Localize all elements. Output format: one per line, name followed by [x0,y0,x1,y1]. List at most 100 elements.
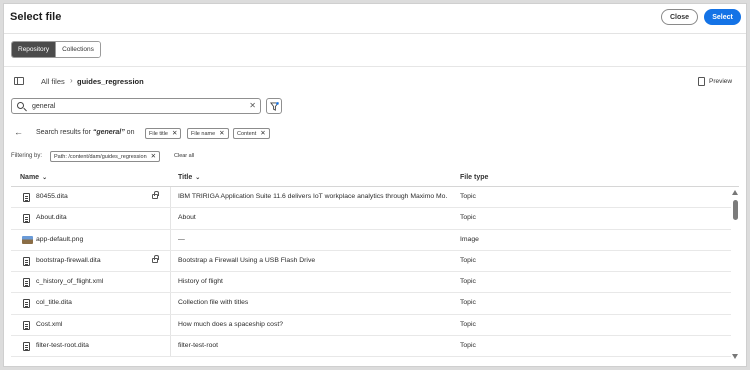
divider [4,66,746,67]
file-icon [23,278,30,288]
column-name-label: Name [20,174,40,181]
toggle-sidebar-icon[interactable] [14,77,24,85]
file-name: c_history_of_flight.xml [36,278,104,286]
select-button[interactable]: Select [704,9,741,25]
search-icon [17,102,24,109]
search-field[interactable]: general ✕ [11,98,261,114]
file-type: Image [460,235,479,243]
file-type: Topic [460,214,476,222]
chip-label: File name [191,131,216,137]
vertical-scrollbar[interactable] [731,187,739,359]
file-name: Cost.xml [36,320,63,328]
filter-button[interactable] [266,98,282,114]
table-header: Name ⌄ Title ⌄ File type [11,170,739,187]
remove-chip-icon[interactable]: ✕ [260,130,265,137]
tab-repository[interactable]: Repository [12,42,56,57]
file-title: Collection file with titles [178,299,249,307]
column-header-title[interactable]: Title ⌄ [178,174,200,181]
select-file-dialog: Select file Close Select Repository Coll… [3,3,747,367]
chevron-down-icon: ⌄ [42,175,48,181]
column-divider [170,272,171,293]
lock-icon [152,254,159,263]
table-row[interactable]: 80455.dita IBM TRIRIGA Application Suite … [11,187,731,209]
table-row[interactable]: col_title.dita Collection file with title… [11,293,731,315]
column-divider [170,293,171,314]
file-type: Topic [460,193,476,200]
column-divider [170,229,171,250]
chip-label: Path: /content/dam/guides_regression [54,154,147,160]
scope-chip-file-name[interactable]: File name ✕ [187,128,229,139]
dialog-header: Select file Close Select [4,4,746,34]
remove-chip-icon[interactable]: ✕ [172,130,177,137]
remove-chip-icon[interactable]: ✕ [151,153,156,160]
file-type: Topic [460,256,476,264]
scope-chip-content[interactable]: Content ✕ [233,128,270,139]
file-title: History of flight [178,278,223,286]
preview-label: Preview [709,78,733,85]
file-name: col_title.dita [36,299,72,307]
column-divider [170,314,171,336]
table-row[interactable]: filter-test-root.dita filter-test-root Top… [11,336,731,358]
column-divider [170,208,171,229]
file-title: Bootstrap a Firewall Using a USB Flash D… [178,256,316,264]
clear-search-icon[interactable]: ✕ [249,101,256,110]
file-type: Topic [460,299,476,307]
chevron-down-icon: ⌄ [195,175,201,181]
results-prefix: Search results for [36,129,91,136]
table-row[interactable]: Cost.xml How much does a spaceship cost? T… [11,314,731,337]
file-title: IBM TRIRIGA Application Suite 11.6 deliv… [178,193,448,200]
column-header-name[interactable]: Name ⌄ [20,174,47,181]
file-icon [23,214,30,224]
dialog-title: Select file [10,11,62,23]
table-row[interactable]: app-default.png — Image [11,229,731,251]
file-title: filter-test-root [178,342,219,350]
file-type: Topic [460,278,476,286]
chip-label: Content [237,131,257,137]
file-icon [23,256,30,266]
scroll-up-icon[interactable] [732,190,738,195]
table-row[interactable]: About.dita About Topic [11,208,731,230]
path-filter-chip[interactable]: Path: /content/dam/guides_regression ✕ [50,151,161,162]
file-name: About.dita [36,214,67,222]
file-name: 80455.dita [36,193,68,200]
scroll-down-icon[interactable] [732,354,738,359]
image-thumbnail-icon [22,235,33,244]
file-icon [23,193,30,202]
file-type: Topic [460,342,476,350]
results-suffix: on [126,129,135,136]
clear-all-link[interactable]: Clear all [174,153,194,159]
column-divider [170,187,171,208]
file-name: filter-test-root.dita [36,342,89,350]
scrollbar-thumb[interactable] [732,200,738,220]
table-row[interactable]: c_history_of_flight.xml History of flight… [11,272,731,294]
column-divider [170,336,171,357]
preview-button[interactable]: Preview [698,77,732,86]
column-title-label: Title [178,174,193,181]
lock-icon [152,191,159,199]
chip-label: File title [149,131,168,137]
results-query: “general” [92,129,125,136]
search-input[interactable]: general [32,103,55,110]
file-title: About [178,214,196,222]
file-icon [23,342,30,352]
remove-chip-icon[interactable]: ✕ [219,130,224,137]
file-type: Topic [460,320,476,328]
tab-collections[interactable]: Collections [55,42,100,57]
chevron-right-icon: › [70,76,73,85]
breadcrumb-all-files[interactable]: All files [41,77,65,86]
file-list: 80455.dita IBM TRIRIGA Application Suite … [11,187,731,358]
document-icon [698,77,705,86]
search-results-summary: Search results for “general” on [36,129,134,136]
breadcrumb-current-folder: guides_regression [77,77,144,86]
back-arrow-icon[interactable]: ← [14,127,23,137]
filtering-label: Filtering by: [11,153,43,159]
close-button[interactable]: Close [661,9,698,25]
table-row[interactable]: bootstrap-firewall.dita Bootstrap a Firew… [11,250,731,273]
file-icon [23,320,30,330]
file-name: app-default.png [36,235,84,243]
scope-chip-file-title[interactable]: File title ✕ [145,128,182,139]
file-title: — [178,235,185,243]
column-header-file-type[interactable]: File type [460,174,488,181]
filter-icon [270,102,279,111]
column-divider [170,250,171,272]
